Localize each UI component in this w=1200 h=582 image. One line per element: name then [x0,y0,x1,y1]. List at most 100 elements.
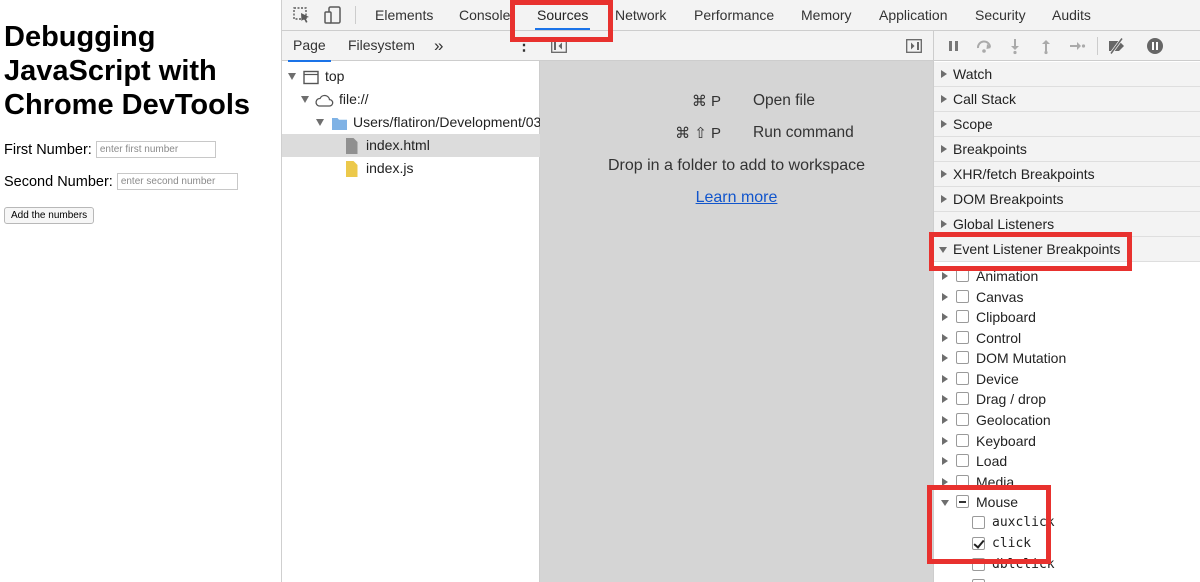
checkbox[interactable] [956,392,969,405]
expand-arrow-icon [941,220,947,228]
mouse-event-auxclick[interactable]: auxclick [934,513,1200,534]
event-category-geolocation[interactable]: Geolocation [934,410,1200,431]
checkbox-checked[interactable] [972,537,985,550]
inspect-element-icon[interactable] [292,6,312,24]
section-event-listener-breakpoints[interactable]: Event Listener Breakpoints [934,237,1200,262]
toggle-navigator-icon[interactable] [551,39,567,58]
section-label: Scope [953,116,993,132]
pause-on-exceptions-icon[interactable] [1146,37,1164,55]
checkbox[interactable] [956,351,969,364]
tab-elements[interactable]: Elements [375,0,433,31]
checkbox[interactable] [956,290,969,303]
event-category-control[interactable]: Control [934,328,1200,349]
folder-icon [331,115,348,134]
section-scope[interactable]: Scope [934,112,1200,137]
event-category-label: Animation [976,268,1039,284]
add-numbers-button[interactable]: Add the numbers [4,207,95,224]
collapse-arrow-icon [941,500,949,506]
toggle-debugger-icon[interactable] [906,39,922,58]
pause-icon[interactable] [945,37,963,55]
event-label: click [992,536,1032,551]
tree-label: file:// [339,91,369,107]
tab-performance[interactable]: Performance [694,0,774,31]
devtools-tabbar: Elements Console Sources Network Perform… [282,0,1200,31]
navigator-tab-page[interactable]: Page [288,31,331,62]
tab-audits[interactable]: Audits [1052,0,1091,31]
step-icon[interactable] [1068,37,1086,55]
step-into-icon[interactable] [1006,37,1024,55]
checkbox[interactable] [956,310,969,323]
tree-item-folder[interactable]: Users/flatiron/Development/03 [282,111,540,134]
section-global-listeners[interactable]: Global Listeners [934,212,1200,237]
checkbox[interactable] [972,558,985,571]
checkbox[interactable] [956,372,969,385]
event-category-device[interactable]: Device [934,369,1200,390]
expand-arrow-icon [942,375,948,383]
event-category-label: Clipboard [976,309,1036,325]
tabbar-separator [355,6,356,24]
checkbox[interactable] [956,475,969,488]
event-category-canvas[interactable]: Canvas [934,287,1200,308]
event-category-drag-drop[interactable]: Drag / drop [934,389,1200,410]
first-number-input[interactable] [95,141,216,158]
event-category-clipboard[interactable]: Clipboard [934,307,1200,328]
deactivate-breakpoints-icon[interactable] [1107,37,1125,55]
tree-item-file-origin[interactable]: file:// [282,88,540,111]
section-label: Event Listener Breakpoints [953,241,1121,257]
checkbox[interactable] [956,454,969,467]
mouse-event-click[interactable]: click [934,534,1200,555]
event-category-label: Load [976,453,1008,469]
section-breakpoints[interactable]: Breakpoints [934,137,1200,162]
html-file-icon [345,138,358,157]
tab-security[interactable]: Security [975,0,1026,31]
shortcut-run-command-keys: ⌘ ⇧ P [675,125,721,142]
tab-application[interactable]: Application [879,0,948,31]
tab-sources[interactable]: Sources [534,0,591,31]
js-file-icon [345,161,358,180]
event-category-label: Keyboard [976,433,1036,449]
event-category-label: Drag / drop [976,391,1047,407]
event-category-dom-mutation[interactable]: DOM Mutation [934,348,1200,369]
second-number-input[interactable] [116,173,238,190]
checkbox[interactable] [956,269,969,282]
section-watch[interactable]: Watch [934,62,1200,87]
checkbox-indeterminate[interactable] [956,495,969,508]
page-title: Debugging JavaScript with Chrome DevTool… [4,21,251,121]
event-category-mouse[interactable]: Mouse [934,492,1200,513]
event-category-media[interactable]: Media [934,472,1200,493]
step-over-icon[interactable] [975,37,993,55]
section-xhr-fetch-breakpoints[interactable]: XHR/fetch Breakpoints [934,162,1200,187]
checkbox[interactable] [956,434,969,447]
tree-label: index.js [366,160,414,176]
tab-network[interactable]: Network [615,0,666,31]
section-call-stack[interactable]: Call Stack [934,87,1200,112]
learn-more-link[interactable]: Learn more [540,189,933,207]
event-category-load[interactable]: Load [934,451,1200,472]
section-label: Watch [953,66,993,82]
expand-arrow-icon [942,457,948,465]
navigator-tab-filesystem[interactable]: Filesystem [348,31,415,61]
expand-arrow-icon [942,272,948,280]
mouse-event-next[interactable] [934,576,1200,582]
event-category-label: Device [976,371,1019,387]
navigator-menu-icon[interactable]: ⋮ [516,31,532,61]
shortcut-run-command-label: Run command [753,124,854,141]
more-tabs-icon[interactable]: » [434,31,443,61]
mouse-event-dblclick[interactable]: dblclick [934,555,1200,576]
tab-console[interactable]: Console [459,0,510,31]
checkbox[interactable] [972,516,985,529]
event-category-animation[interactable]: Animation [934,266,1200,287]
section-dom-breakpoints[interactable]: DOM Breakpoints [934,187,1200,212]
tab-memory[interactable]: Memory [801,0,852,31]
tree-item-index-js[interactable]: index.js [282,157,540,180]
event-category-label: Control [976,330,1022,346]
expand-arrow-icon [942,437,948,445]
tree-item-top[interactable]: top [282,65,540,88]
checkbox[interactable] [956,413,969,426]
tree-item-index-html[interactable]: index.html [282,134,540,157]
step-out-icon[interactable] [1037,37,1055,55]
checkbox[interactable] [956,331,969,344]
device-toolbar-icon[interactable] [323,6,343,24]
event-category-keyboard[interactable]: Keyboard [934,431,1200,452]
web-page: Debugging JavaScript with Chrome DevTool… [0,0,281,582]
